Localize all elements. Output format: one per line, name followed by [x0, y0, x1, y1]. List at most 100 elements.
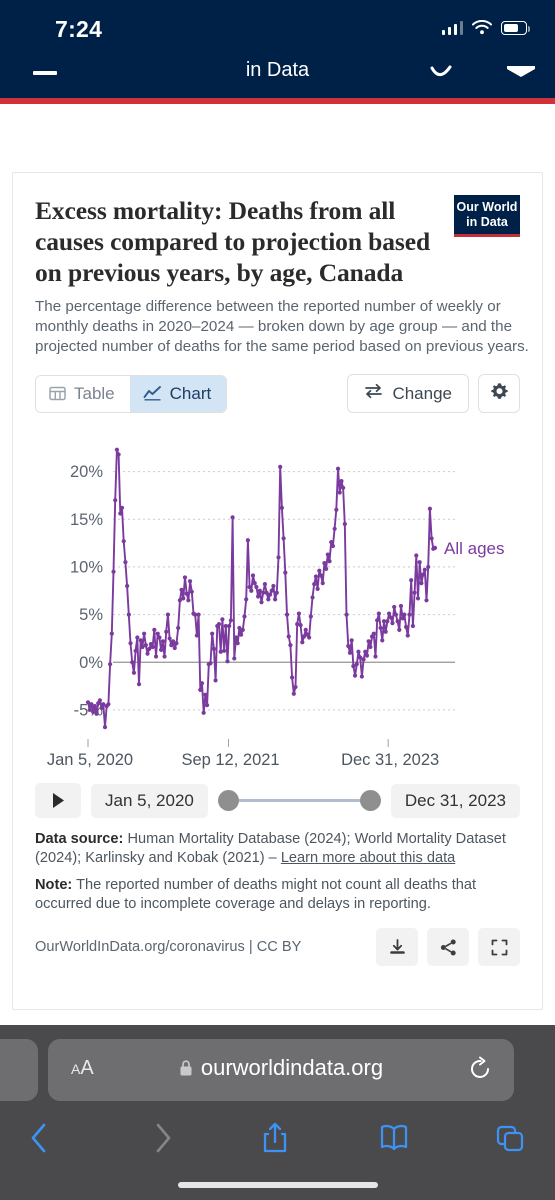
address-bar[interactable]: AA ourworldindata.org [48, 1039, 514, 1101]
data-point [157, 635, 162, 640]
data-point [176, 625, 181, 631]
data-point [324, 566, 329, 571]
tab-table[interactable]: Table [36, 375, 130, 412]
license-text: OurWorldInData.org/coronavirus | CC BY [35, 938, 302, 955]
timeline-end-date[interactable]: Dec 31, 2023 [390, 783, 520, 818]
data-point [325, 552, 330, 557]
tab-chart[interactable]: Chart [129, 375, 227, 412]
data-point [128, 641, 133, 646]
share-button[interactable] [427, 928, 469, 966]
share-sheet-button[interactable] [248, 1113, 302, 1163]
data-point [427, 506, 432, 511]
data-point [400, 616, 405, 621]
data-point [409, 578, 414, 583]
data-point [106, 702, 111, 707]
data-point [337, 490, 342, 495]
forward-icon [156, 1123, 171, 1153]
data-point [356, 649, 361, 654]
owid-logo[interactable]: Our World in Data [454, 195, 520, 237]
y-axis-tick-label: 5% [79, 606, 103, 624]
data-point [174, 641, 179, 646]
data-point [199, 681, 205, 686]
data-point [267, 592, 273, 597]
y-axis-tick-label: 15% [70, 511, 103, 529]
data-point [102, 724, 108, 730]
data-point [119, 505, 125, 510]
data-point [318, 573, 324, 578]
data-point [250, 573, 256, 578]
timeline-handle-start[interactable] [217, 790, 239, 811]
series-end-label: All ages [444, 539, 504, 558]
data-point [417, 560, 422, 565]
swap-arrows-icon [364, 383, 383, 404]
data-point [203, 692, 208, 697]
timeline-start-date[interactable]: Jan 5, 2020 [91, 783, 208, 818]
data-point [415, 596, 421, 601]
x-axis-tick-label: Sep 12, 2021 [181, 751, 279, 769]
data-point [392, 604, 397, 610]
data-point [342, 521, 347, 527]
data-point [196, 612, 201, 617]
data-point [364, 653, 370, 658]
expand-icon [491, 939, 507, 955]
x-axis-tick-label: Dec 31, 2023 [341, 751, 439, 769]
data-point [145, 651, 150, 656]
footer-buttons [376, 928, 520, 966]
data-point [380, 638, 385, 643]
bookmarks-button[interactable] [367, 1113, 421, 1163]
data-point [403, 624, 409, 630]
data-point [363, 649, 368, 654]
tabs-icon [496, 1125, 524, 1152]
site-nav-title: in Data [245, 59, 310, 81]
settings-button[interactable] [478, 374, 520, 413]
change-button-label: Change [392, 383, 452, 403]
data-point [189, 589, 194, 594]
squiggle-icon[interactable] [430, 64, 456, 86]
timeline-slider[interactable] [217, 783, 381, 818]
data-point [216, 622, 222, 627]
data-point [303, 627, 308, 632]
chart-controls: Table Chart Change [35, 374, 520, 413]
header-rule [0, 98, 555, 104]
chart-plot-area[interactable]: -5% 0% 5% 10% 15% 20% All ages Jan 5, 2020 Sep 1… [35, 429, 520, 777]
data-point [414, 553, 419, 558]
tabs-button[interactable] [483, 1113, 537, 1163]
excess-mortality-line-chart[interactable]: -5%0%5%10%15%20%All agesJan 5, 2020 Sep 1… [35, 429, 522, 777]
note-line: Note: The reported number of deaths migh… [35, 876, 520, 914]
data-point [286, 634, 291, 639]
envelope-icon[interactable] [505, 64, 537, 86]
data-point [225, 659, 230, 664]
download-button[interactable] [376, 928, 418, 966]
change-button[interactable]: Change [347, 374, 469, 413]
data-point [279, 505, 285, 510]
learn-more-link[interactable]: Learn more about this data [281, 850, 455, 866]
data-point [320, 581, 325, 586]
status-icons [441, 19, 530, 35]
data-point [235, 641, 240, 646]
play-icon [52, 793, 64, 808]
data-point [245, 538, 250, 543]
previous-tab[interactable] [0, 1039, 38, 1101]
timeline-handle-end[interactable] [359, 790, 381, 811]
data-point [293, 684, 298, 690]
expand-button[interactable] [478, 928, 520, 966]
data-point [375, 618, 380, 623]
note-label: Note: [35, 877, 73, 893]
data-point [371, 631, 376, 636]
data-point [121, 539, 126, 544]
data-point [376, 611, 381, 616]
data-point [313, 574, 319, 579]
timeline-control: Jan 5, 2020 Dec 31, 2023 [35, 783, 520, 818]
reload-button[interactable] [468, 1056, 492, 1087]
data-point [288, 643, 293, 648]
data-point [273, 597, 278, 602]
data-point [116, 452, 121, 457]
screen: 7:24 in Data Excess mortality: Deaths fr… [0, 0, 555, 1200]
data-point [142, 631, 147, 636]
data-point [395, 619, 400, 624]
play-button[interactable] [35, 783, 81, 818]
data-point [368, 644, 373, 650]
data-point [130, 660, 135, 665]
forward-button[interactable] [136, 1113, 190, 1163]
back-button[interactable] [12, 1113, 66, 1163]
